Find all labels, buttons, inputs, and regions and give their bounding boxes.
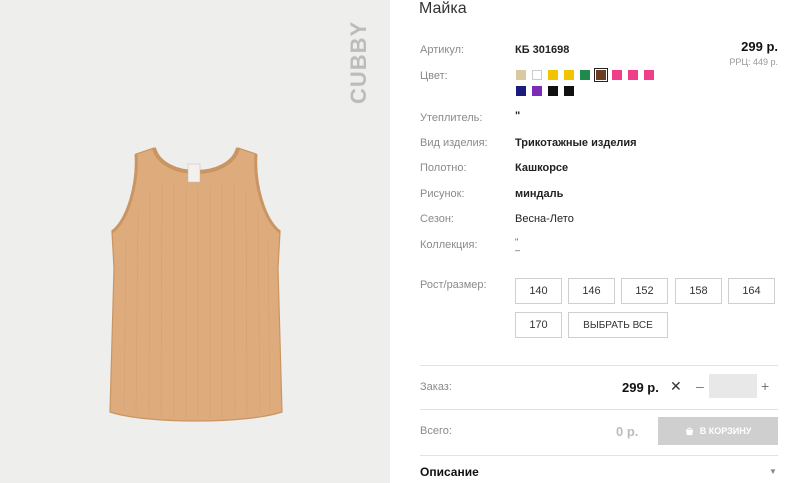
type-label: Вид изделия: bbox=[420, 137, 488, 149]
description-title[interactable]: Описание bbox=[420, 465, 479, 479]
total-value: 0 р. bbox=[616, 424, 639, 439]
season-label: Сезон: bbox=[420, 213, 454, 225]
insulation-value: " bbox=[515, 110, 521, 122]
size-button-152[interactable]: 152 bbox=[621, 278, 668, 304]
insulation-label: Утеплитель: bbox=[420, 112, 483, 124]
color-swatch[interactable] bbox=[594, 68, 608, 82]
fabric-label: Полотно: bbox=[420, 162, 467, 174]
pattern-label: Рисунок: bbox=[420, 188, 465, 200]
chevron-down-icon[interactable]: ▼ bbox=[769, 467, 777, 476]
add-to-cart-label: В КОРЗИНУ bbox=[699, 426, 752, 436]
divider bbox=[420, 409, 778, 410]
article-label: Артикул: bbox=[420, 44, 465, 56]
brand-logo: CUBBY bbox=[346, 21, 371, 104]
color-swatch[interactable] bbox=[564, 70, 574, 80]
color-swatch[interactable] bbox=[548, 86, 558, 96]
color-swatch[interactable] bbox=[516, 86, 526, 96]
article-value: КБ 301698 bbox=[515, 44, 570, 56]
total-label: Всего: bbox=[420, 425, 452, 437]
color-swatch[interactable] bbox=[644, 70, 654, 80]
divider bbox=[420, 455, 778, 456]
color-swatch[interactable] bbox=[564, 86, 574, 96]
color-swatch[interactable] bbox=[516, 70, 526, 80]
quantity-input[interactable] bbox=[709, 374, 757, 398]
color-swatch[interactable] bbox=[580, 70, 590, 80]
order-price: 299 р. bbox=[622, 380, 659, 395]
size-button-158[interactable]: 158 bbox=[675, 278, 722, 304]
add-to-cart-button[interactable]: В КОРЗИНУ bbox=[658, 417, 778, 445]
color-swatch[interactable] bbox=[532, 86, 542, 96]
size-button-164[interactable]: 164 bbox=[728, 278, 775, 304]
color-swatch[interactable] bbox=[548, 70, 558, 80]
select-all-sizes-button[interactable]: ВЫБРАТЬ ВСЕ bbox=[568, 312, 668, 338]
fabric-value: Кашкорсе bbox=[515, 162, 569, 174]
color-swatch[interactable] bbox=[612, 70, 622, 80]
quantity-increase-button[interactable]: + bbox=[761, 378, 769, 394]
collection-link[interactable]: " – bbox=[515, 237, 520, 255]
tank-top-image bbox=[109, 147, 283, 422]
size-button-170[interactable]: 170 bbox=[515, 312, 562, 338]
collection-label: Коллекция: bbox=[420, 239, 478, 251]
type-value: Трикотажные изделия bbox=[515, 137, 637, 149]
season-value: Весна-Лето bbox=[515, 213, 574, 225]
color-label: Цвет: bbox=[420, 70, 448, 82]
clear-order-icon[interactable]: ✕ bbox=[670, 378, 682, 395]
quantity-decrease-button[interactable]: – bbox=[696, 378, 704, 394]
color-swatch[interactable] bbox=[532, 70, 542, 80]
divider bbox=[420, 365, 778, 366]
size-label: Рост/размер: bbox=[420, 279, 487, 291]
color-swatch[interactable] bbox=[628, 70, 638, 80]
collection-value: " bbox=[515, 237, 519, 247]
order-label: Заказ: bbox=[420, 381, 452, 393]
pattern-value: миндаль bbox=[515, 188, 564, 200]
size-button-146[interactable]: 146 bbox=[568, 278, 615, 304]
product-price: 299 р. bbox=[741, 39, 778, 54]
size-button-140[interactable]: 140 bbox=[515, 278, 562, 304]
brand-logo-text: CUBBY bbox=[346, 21, 371, 104]
product-title: Майка bbox=[419, 0, 467, 17]
cart-icon bbox=[685, 427, 693, 435]
product-image-panel: CUBBY bbox=[0, 0, 390, 483]
product-rrp: РРЦ: 449 р. bbox=[729, 57, 778, 67]
